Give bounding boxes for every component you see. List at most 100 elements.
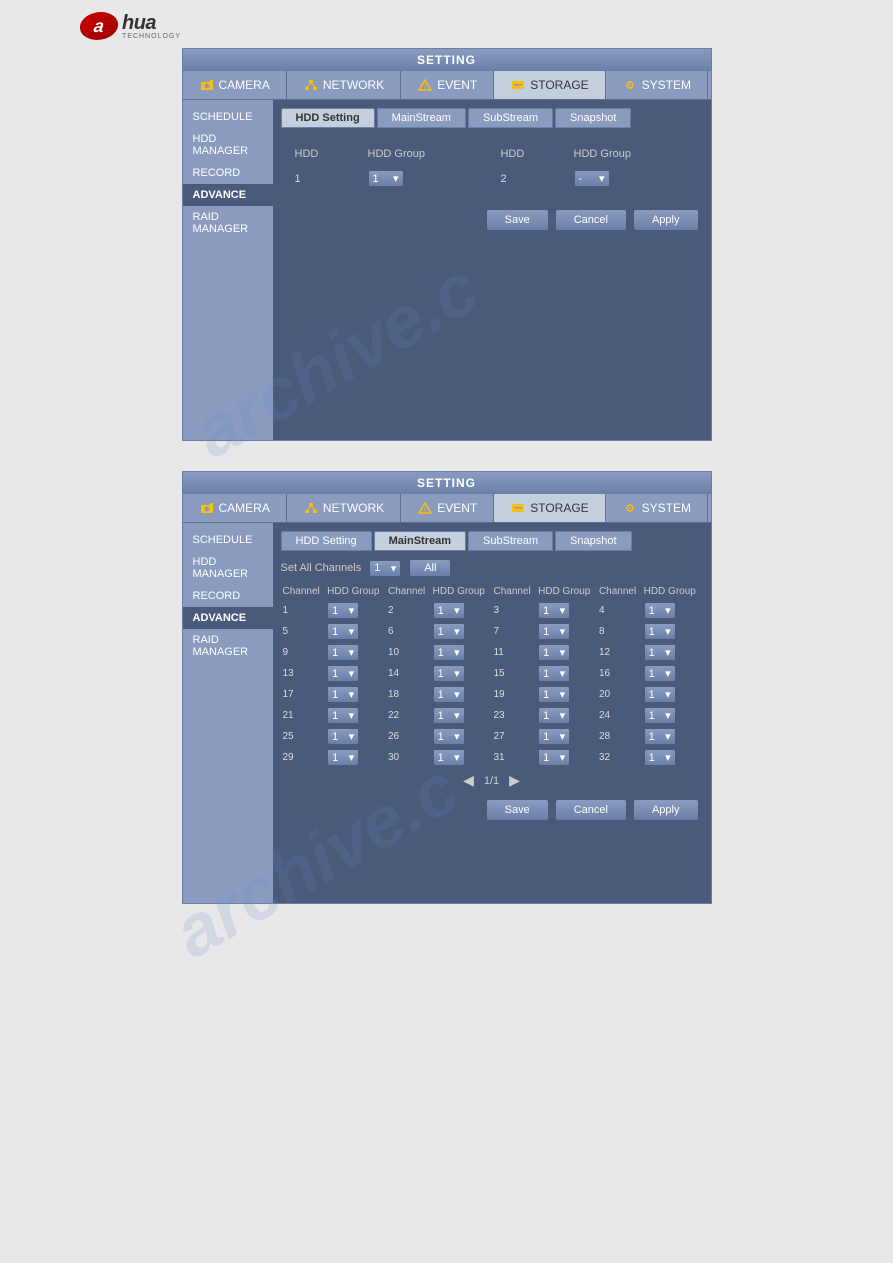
channel-table-area: Channel HDD Group Channel HDD Group Chan… (281, 583, 703, 768)
next-page-button[interactable]: ▶ (509, 772, 520, 789)
channel-hdd-dropdown[interactable]: 1▾ (433, 686, 465, 703)
channel-hdd-dropdown[interactable]: 1▾ (538, 623, 570, 640)
prev-page-button[interactable]: ◀ (463, 772, 474, 789)
channel-hdd-dropdown[interactable]: 1▾ (327, 602, 359, 619)
sidebar-hdd-manager[interactable]: HDD MANAGER (183, 128, 273, 162)
group1-dropdown[interactable]: 1 ▾ (368, 170, 404, 187)
pagination-row: ◀ 1/1 ▶ (281, 772, 703, 789)
logo-hua-text: hua (122, 12, 181, 35)
group2-val: - ▾ (566, 166, 697, 191)
channel-hdd-dropdown[interactable]: 1▾ (433, 644, 465, 661)
apply-button[interactable]: Apply (633, 209, 699, 231)
all-button[interactable]: All (409, 559, 451, 577)
channel-hdd-dropdown[interactable]: 1▾ (433, 728, 465, 745)
p2-topnav-event[interactable]: ! EVENT (401, 494, 494, 522)
logo-text-group: hua TECHNOLOGY (122, 12, 181, 40)
p2-sidebar-hdd-manager[interactable]: HDD MANAGER (183, 551, 273, 585)
p2-apply-button[interactable]: Apply (633, 799, 699, 821)
svg-text:!: ! (424, 84, 426, 91)
sidebar-raid-manager[interactable]: RAID MANAGER (183, 206, 273, 240)
panel1-title: SETTING (183, 49, 711, 71)
channel-hdd-dropdown[interactable]: 1▾ (538, 728, 570, 745)
channel-hdd-dropdown[interactable]: 1▾ (644, 602, 676, 619)
channel-hdd-dropdown[interactable]: 1▾ (433, 707, 465, 724)
channel-hdd-dropdown[interactable]: 1▾ (538, 602, 570, 619)
save-button[interactable]: Save (486, 209, 549, 231)
channel-hdd-dropdown[interactable]: 1▾ (538, 707, 570, 724)
channel-hdd-dropdown[interactable]: 1▾ (644, 707, 676, 724)
col-hddg3: HDD Group (536, 583, 597, 600)
channel-hdd-dropdown[interactable]: 1▾ (644, 749, 676, 766)
channel-num: 9 (281, 642, 326, 663)
p2-topnav-system[interactable]: SYSTEM (606, 494, 708, 522)
group2-dropdown[interactable]: - ▾ (574, 170, 610, 187)
sidebar-schedule[interactable]: SCHEDULE (183, 106, 273, 128)
p2-save-button[interactable]: Save (486, 799, 549, 821)
channel-hdd-dropdown[interactable]: 1▾ (538, 644, 570, 661)
channel-hdd-dropdown[interactable]: 1▾ (644, 728, 676, 745)
channel-hdd-dropdown[interactable]: 1▾ (327, 665, 359, 682)
channel-hdd-dropdown[interactable]: 1▾ (538, 665, 570, 682)
channel-hdd-dropdown[interactable]: 1▾ (327, 644, 359, 661)
panel1-main: HDD Setting MainStream SubStream Snapsho… (273, 100, 711, 440)
channel-hdd-dropdown[interactable]: 1▾ (644, 665, 676, 682)
topnav-event[interactable]: ! EVENT (401, 71, 494, 99)
channel-hdd-dropdown[interactable]: 1▾ (327, 686, 359, 703)
channel-num: 2 (386, 600, 431, 621)
set-all-dropdown[interactable]: 1 ▾ (369, 560, 401, 577)
p2-sidebar-raid-manager[interactable]: RAID MANAGER (183, 629, 273, 663)
channel-num: 5 (281, 621, 326, 642)
p2-subtab-hdd-setting[interactable]: HDD Setting (281, 531, 372, 551)
panel2-topnav: CAMERA NETWORK ! EVENT STORAGE SYSTEM (183, 494, 711, 523)
p2-subtab-mainstream[interactable]: MainStream (374, 531, 466, 551)
channel-hdd-dropdown[interactable]: 1▾ (433, 749, 465, 766)
p2-topnav-camera[interactable]: CAMERA (183, 494, 287, 522)
subtab-mainstream[interactable]: MainStream (377, 108, 466, 128)
channel-hdd-dropdown[interactable]: 1▾ (433, 623, 465, 640)
channel-hdd-dropdown[interactable]: 1▾ (327, 728, 359, 745)
topnav-storage[interactable]: STORAGE (494, 71, 605, 99)
topnav-network[interactable]: NETWORK (287, 71, 401, 99)
p2-topnav-network[interactable]: NETWORK (287, 494, 401, 522)
logo-tech-text: TECHNOLOGY (122, 33, 181, 40)
channel-hdd-dropdown[interactable]: 1▾ (433, 665, 465, 682)
channel-hdd-dropdown[interactable]: 1▾ (538, 749, 570, 766)
topnav-system[interactable]: SYSTEM (606, 71, 708, 99)
channel-hdd-dropdown[interactable]: 1▾ (327, 623, 359, 640)
channel-hdd-group: 1▾ (642, 747, 703, 768)
channel-table: Channel HDD Group Channel HDD Group Chan… (281, 583, 703, 768)
channel-hdd-dropdown[interactable]: 1▾ (644, 623, 676, 640)
cancel-button[interactable]: Cancel (555, 209, 627, 231)
p2-topnav-storage[interactable]: STORAGE (494, 494, 605, 522)
channel-hdd-dropdown[interactable]: 1▾ (327, 749, 359, 766)
channel-hdd-dropdown[interactable]: 1▾ (644, 644, 676, 661)
p2-topnav-network-label: NETWORK (323, 501, 384, 515)
p2-sidebar-advance[interactable]: ADVANCE (183, 607, 273, 629)
channel-hdd-dropdown[interactable]: 1▾ (644, 686, 676, 703)
topnav-camera[interactable]: CAMERA (183, 71, 287, 99)
channel-hdd-group: 1▾ (536, 684, 597, 705)
channel-hdd-group: 1▾ (431, 621, 492, 642)
p2-sidebar-schedule[interactable]: SCHEDULE (183, 529, 273, 551)
subtab-snapshot[interactable]: Snapshot (555, 108, 631, 128)
channel-num: 17 (281, 684, 326, 705)
p2-subtab-snapshot[interactable]: Snapshot (555, 531, 631, 551)
logo-a-letter: a (93, 16, 106, 37)
channel-hdd-dropdown[interactable]: 1▾ (538, 686, 570, 703)
p2-cancel-button[interactable]: Cancel (555, 799, 627, 821)
channel-num: 29 (281, 747, 326, 768)
sidebar-advance[interactable]: ADVANCE (183, 184, 273, 206)
topnav-system-label: SYSTEM (642, 78, 691, 92)
p2-subtab-substream[interactable]: SubStream (468, 531, 553, 551)
sidebar-record[interactable]: RECORD (183, 162, 273, 184)
col-hdd2: HDD (492, 144, 563, 164)
p2-sidebar-record[interactable]: RECORD (183, 585, 273, 607)
subtab-substream[interactable]: SubStream (468, 108, 553, 128)
subtab-hdd-setting[interactable]: HDD Setting (281, 108, 375, 128)
channel-hdd-dropdown[interactable]: 1▾ (327, 707, 359, 724)
channel-num: 28 (597, 726, 642, 747)
channel-num: 27 (491, 726, 536, 747)
channel-num: 16 (597, 663, 642, 684)
panel1-buttons: Save Cancel Apply (281, 205, 703, 235)
channel-hdd-dropdown[interactable]: 1▾ (433, 602, 465, 619)
